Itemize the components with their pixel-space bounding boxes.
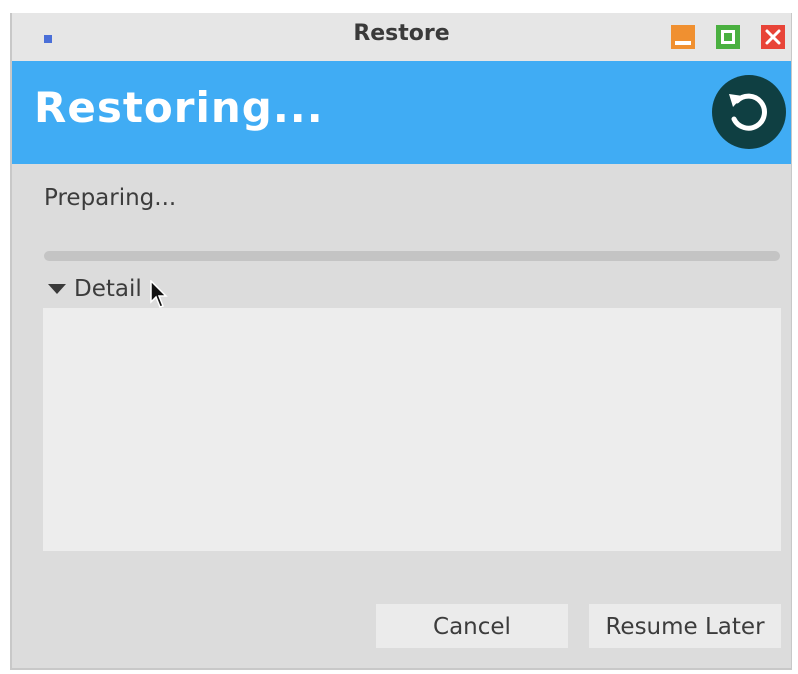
- page-title: Restoring...: [34, 83, 324, 132]
- maximize-icon[interactable]: [716, 25, 740, 49]
- cancel-button[interactable]: Cancel: [376, 604, 568, 648]
- title-bar[interactable]: Restore: [12, 13, 791, 61]
- close-icon[interactable]: [761, 25, 785, 49]
- resume-later-button[interactable]: Resume Later: [589, 604, 781, 648]
- minimize-icon[interactable]: [671, 25, 695, 49]
- progress-bar: [44, 251, 780, 261]
- restore-window: Restore Restoring... Preparing... Detail…: [10, 13, 792, 670]
- mouse-pointer-icon: [150, 280, 168, 308]
- detail-toggle[interactable]: Detail: [48, 275, 142, 303]
- expand-triangle-icon[interactable]: [48, 284, 66, 294]
- restore-icon: [712, 75, 786, 149]
- detail-label[interactable]: Detail: [74, 276, 142, 302]
- detail-log-area[interactable]: [43, 308, 781, 551]
- status-text: Preparing...: [44, 185, 177, 211]
- header-banner: Restoring...: [12, 61, 791, 164]
